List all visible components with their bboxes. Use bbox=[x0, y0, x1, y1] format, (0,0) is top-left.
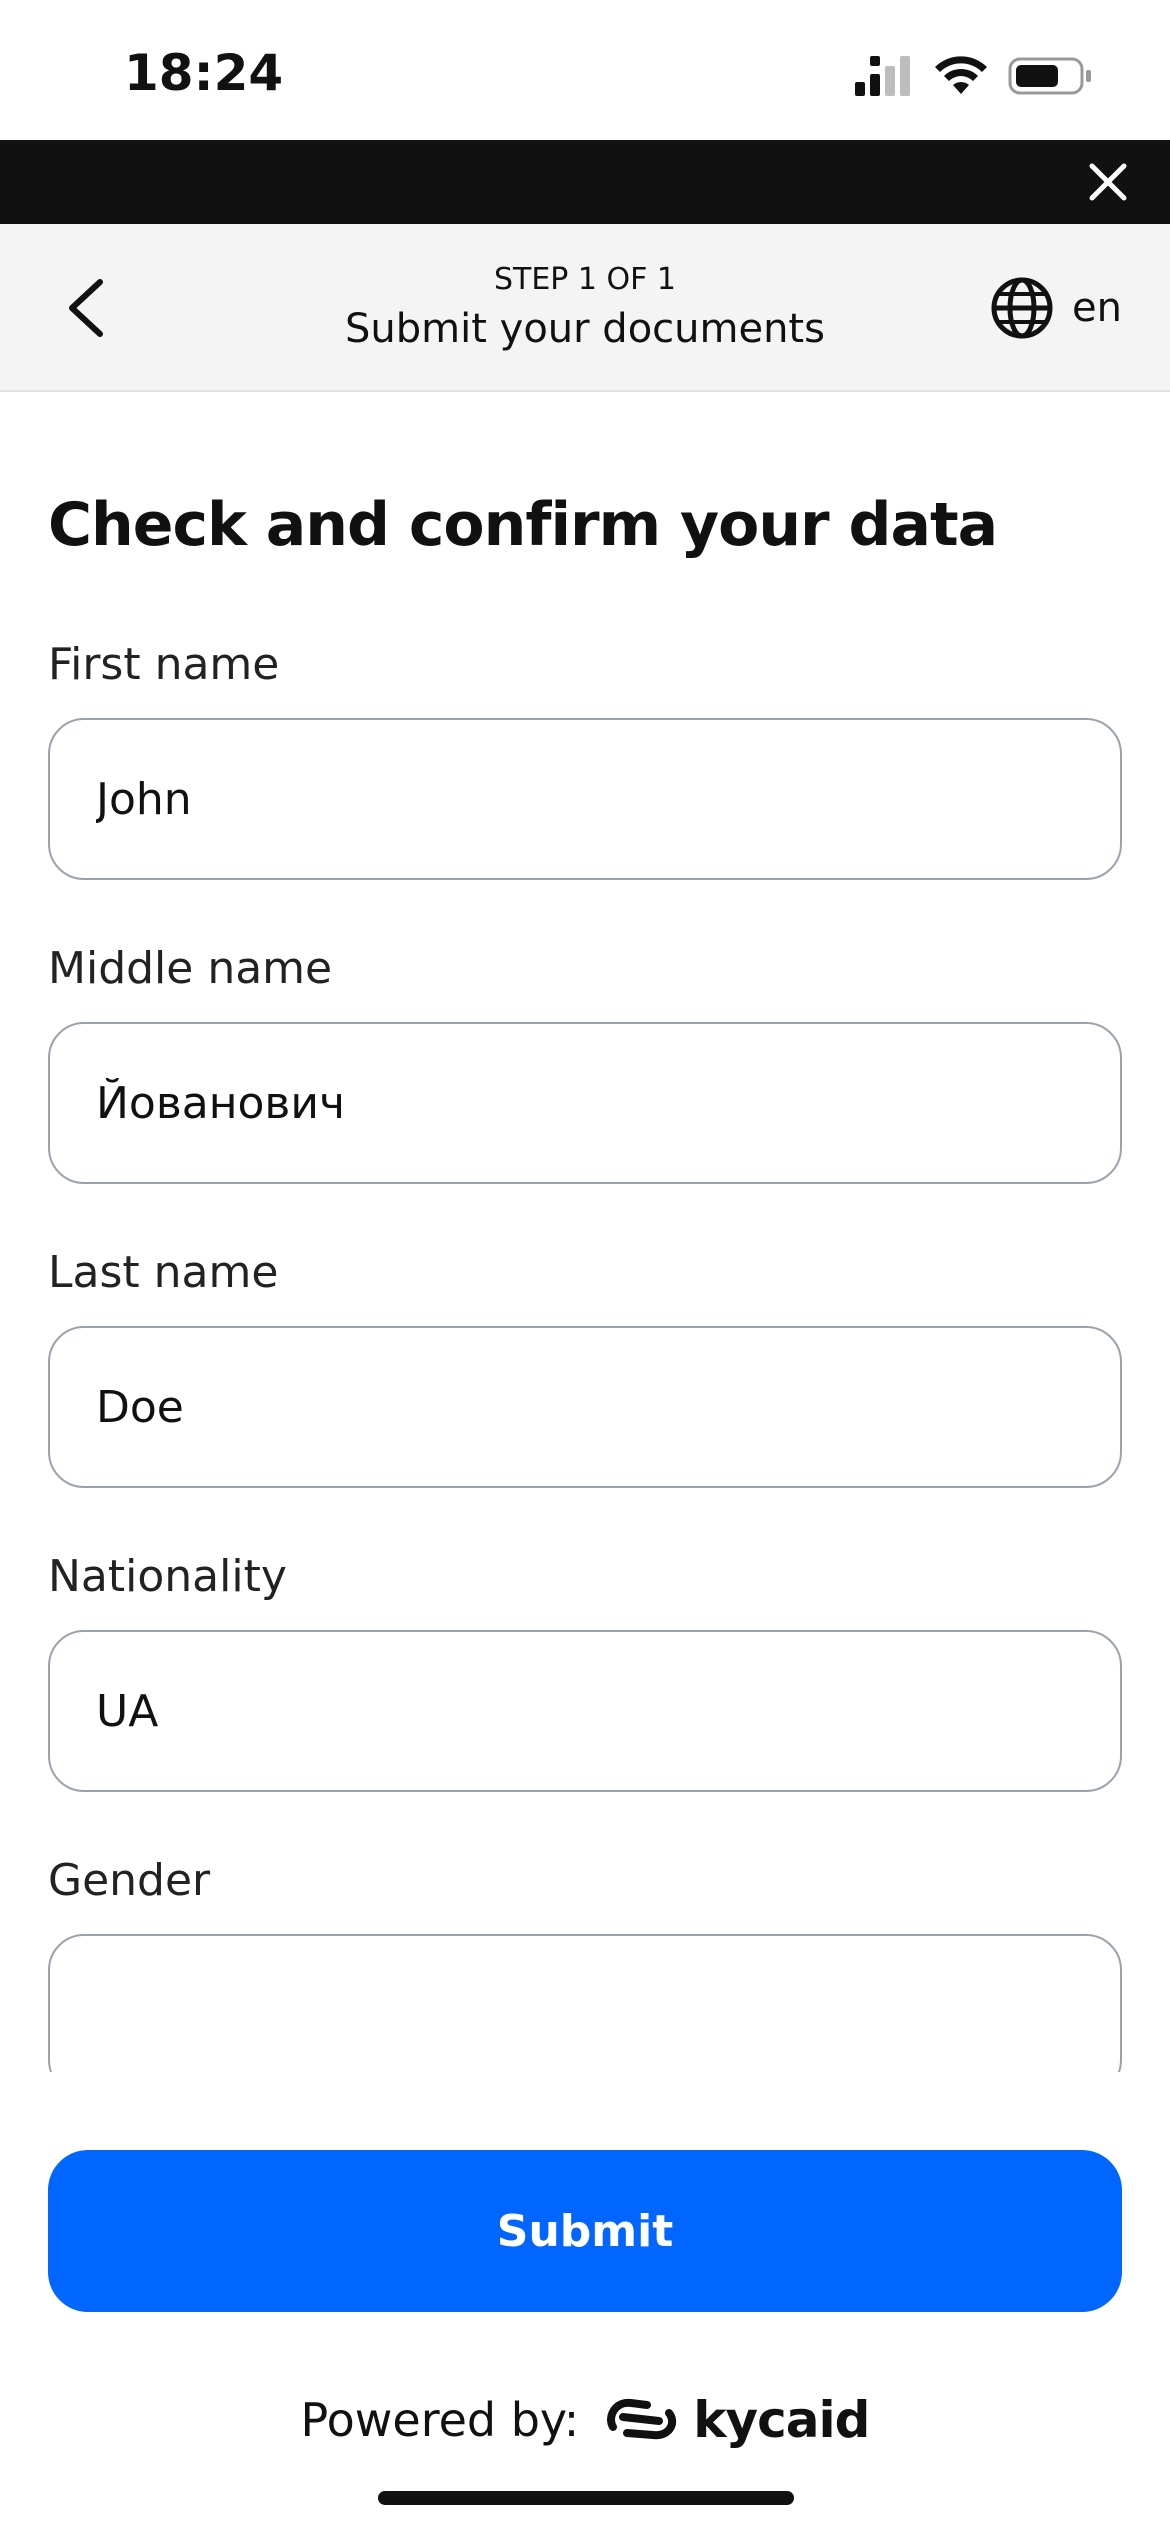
brand-name: kycaid bbox=[693, 2391, 870, 2449]
page-title: Check and confirm your data bbox=[48, 490, 998, 560]
brand: kycaid bbox=[603, 2387, 870, 2453]
gender-input[interactable] bbox=[48, 1934, 1122, 2072]
field-label: First name bbox=[48, 639, 280, 690]
home-indicator bbox=[378, 2491, 794, 2505]
first-name-input[interactable] bbox=[48, 718, 1122, 880]
field-last-name: Last name bbox=[48, 1246, 1122, 1488]
field-label: Nationality bbox=[48, 1551, 287, 1602]
battery-icon bbox=[1008, 57, 1091, 95]
last-name-input[interactable] bbox=[48, 1326, 1122, 1488]
field-first-name: First name bbox=[48, 638, 1122, 880]
powered-by-footer: Powered by: kycaid bbox=[0, 2380, 1170, 2460]
wifi-icon bbox=[935, 56, 987, 94]
top-strip bbox=[0, 140, 1170, 224]
field-label: Last name bbox=[48, 1247, 279, 1298]
globe-icon bbox=[991, 277, 1053, 339]
field-label: Middle name bbox=[48, 943, 333, 994]
status-bar: 18:24 bbox=[0, 0, 1170, 140]
nationality-input[interactable] bbox=[48, 1630, 1122, 1792]
form-content: Check and confirm your data First name M… bbox=[48, 392, 1122, 2072]
language-selector[interactable]: en bbox=[990, 276, 1122, 340]
field-label: Gender bbox=[48, 1855, 211, 1906]
status-time: 18:24 bbox=[124, 44, 284, 102]
field-gender: Gender bbox=[48, 1854, 1122, 2072]
submit-button[interactable]: Submit bbox=[48, 2150, 1122, 2312]
language-label: en bbox=[1072, 285, 1122, 331]
header: STEP 1 OF 1 Submit your documents en bbox=[0, 224, 1170, 392]
kycaid-logo-icon bbox=[607, 2398, 677, 2440]
close-icon[interactable] bbox=[1084, 158, 1132, 206]
middle-name-input[interactable] bbox=[48, 1022, 1122, 1184]
field-nationality: Nationality bbox=[48, 1550, 1122, 1792]
field-middle-name: Middle name bbox=[48, 942, 1122, 1184]
powered-by-label: Powered by: bbox=[300, 2393, 580, 2447]
signal-icon bbox=[855, 56, 910, 96]
